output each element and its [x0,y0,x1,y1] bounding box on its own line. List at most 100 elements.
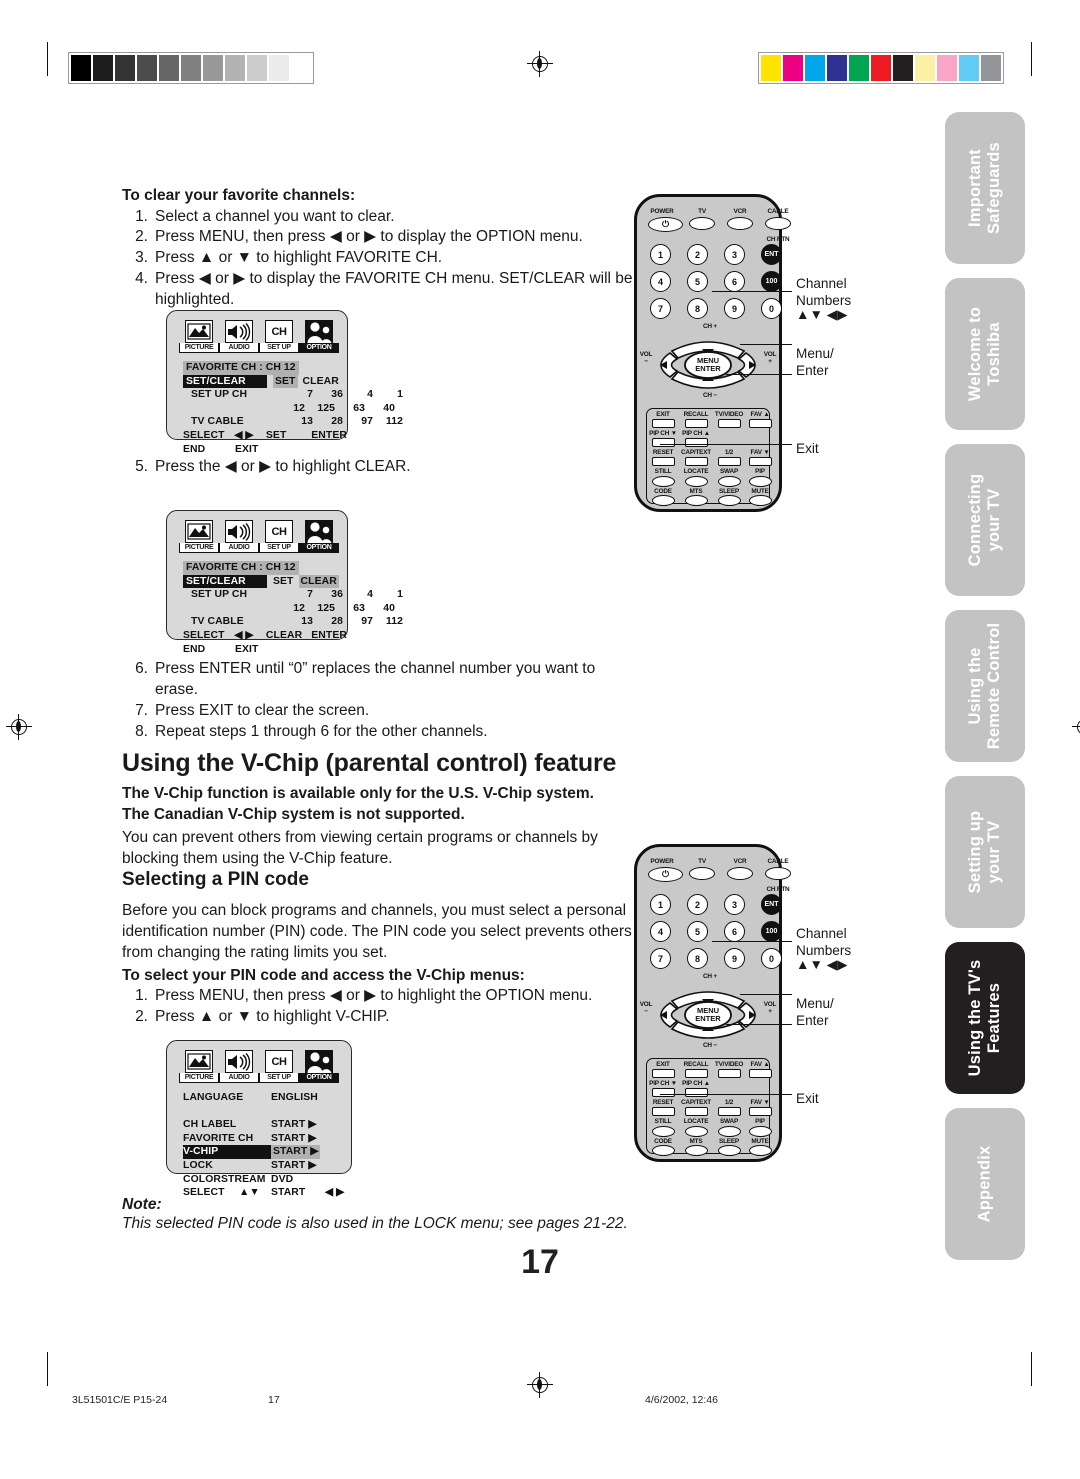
remote-function-key[interactable] [749,1126,772,1137]
remote-function-key[interactable] [652,1069,675,1078]
clear-favorites-steps-after: 6. Press ENTER until “0” replaces the cha… [122,659,634,742]
remote-number-7[interactable]: 7 [650,948,671,969]
osd-tab-picture[interactable]: PICTURE [179,520,219,553]
remote-number-0[interactable]: 0 [761,948,782,969]
osd-rows: LANGUAGE ENGLISH CH LABEL START ▶ FAVORITE … [183,1091,351,1200]
grayscale-swatch [203,55,223,81]
remote-function-key[interactable] [652,457,675,466]
osd-tab-option[interactable]: OPTION [299,320,339,353]
remote-enter-key[interactable]: ENT [761,894,782,915]
osd-tab-picture[interactable]: PICTURE [179,1050,219,1083]
remote-number-6[interactable]: 6 [724,271,745,292]
remote-number-7[interactable]: 7 [650,298,671,319]
remote-number-8[interactable]: 8 [687,948,708,969]
remote-function-key[interactable] [685,1107,708,1116]
osd-tab-audio[interactable]: AUDIO [219,320,259,353]
remote-dpad[interactable]: MENU ENTER [646,981,770,1049]
remote-function-key[interactable] [718,1126,741,1137]
remote-number-3[interactable]: 3 [724,244,745,265]
remote-key-label: CAP/TEXT [680,1099,711,1106]
remote-function-key[interactable] [652,1145,675,1156]
remote-function-key[interactable] [749,419,772,428]
remote-function-key[interactable] [718,495,741,506]
remote-number-5[interactable]: 5 [687,271,708,292]
remote-function-key[interactable] [652,476,675,487]
osd-tab-set-up[interactable]: CH SET UP [259,1050,299,1083]
osd-tab-set-up[interactable]: CH SET UP [259,520,299,553]
channel-ch-icon: CH [265,520,293,543]
remote-function-key[interactable] [749,1145,772,1156]
remote-enter-key[interactable]: ENT [761,244,782,265]
remote-number-1[interactable]: 1 [650,244,671,265]
remote-number-2[interactable]: 2 [687,894,708,915]
remote-number-2[interactable]: 2 [687,244,708,265]
sidebar-tab-connecting-your-tv[interactable]: Connecting your TV [945,444,1025,596]
remote-function-key[interactable] [652,438,675,447]
remote-hundred-key[interactable]: 100 [761,921,782,942]
remote-function-key[interactable] [718,1069,741,1078]
osd-favorite-set: PICTURE AUDIO CH SET UP OPTION FAVORITE CH : … [166,310,403,455]
sidebar-tab-important-safeguards[interactable]: Important Safeguards [945,112,1025,264]
remote-function-key[interactable] [685,495,708,506]
remote-function-key[interactable] [685,1126,708,1137]
sidebar-tab-using-the-tv-s-features[interactable]: Using the TV's Features [945,942,1025,1094]
remote-function-key[interactable] [718,419,741,428]
sidebar-tab-setting-up-your-tv[interactable]: Setting up your TV [945,776,1025,928]
remote-tv-button[interactable] [689,867,715,880]
remote-function-key[interactable] [749,476,772,487]
remote-function-key[interactable] [685,476,708,487]
remote-function-key[interactable] [749,457,772,466]
people-option-icon [305,520,333,543]
remote-vcr-button[interactable] [727,867,753,880]
color-swatch [871,55,891,81]
sidebar-tab-appendix[interactable]: Appendix [945,1108,1025,1260]
osd-tab-set-up[interactable]: CH SET UP [259,320,299,353]
remote-number-0[interactable]: 0 [761,298,782,319]
channel-ch-icon: CH [265,320,293,343]
remote-number-3[interactable]: 3 [724,894,745,915]
remote-function-key[interactable] [749,1107,772,1116]
remote-number-1[interactable]: 1 [650,894,671,915]
remote-function-key[interactable] [685,1145,708,1156]
remote-number-4[interactable]: 4 [650,271,671,292]
remote-function-key[interactable] [718,1145,741,1156]
vchip-intro: You can prevent others from viewing cert… [122,829,598,868]
remote-number-4[interactable]: 4 [650,921,671,942]
remote-function-key[interactable] [685,419,708,428]
osd-menu-item-v-chip: V-CHIP START ▶ [183,1145,321,1159]
remote-function-key[interactable] [685,438,708,447]
remote-function-key[interactable] [652,1126,675,1137]
power-button[interactable]: ⏻ [648,867,683,882]
remote-cable-button[interactable] [765,867,791,880]
osd-tab-option[interactable]: OPTION [299,520,339,553]
remote-number-8[interactable]: 8 [687,298,708,319]
sidebar-tab-using-the-remote-control[interactable]: Using the Remote Control [945,610,1025,762]
remote-dpad[interactable]: MENU ENTER [646,331,770,399]
remote-function-key[interactable] [652,1088,675,1097]
remote-tv-button[interactable] [689,217,715,230]
remote-function-key[interactable] [749,495,772,506]
remote-vcr-button[interactable] [727,217,753,230]
osd-tab-audio[interactable]: AUDIO [219,1050,259,1083]
remote-function-key[interactable] [652,419,675,428]
remote-number-6[interactable]: 6 [724,921,745,942]
remote-function-key[interactable] [749,1069,772,1078]
remote-function-key[interactable] [652,495,675,506]
osd-tab-option[interactable]: OPTION [299,1050,339,1083]
remote-hundred-key[interactable]: 100 [761,271,782,292]
sidebar-tab-welcome-to-toshiba[interactable]: Welcome to Toshiba [945,278,1025,430]
osd-tab-picture[interactable]: PICTURE [179,320,219,353]
remote-number-5[interactable]: 5 [687,921,708,942]
remote-cable-button[interactable] [765,217,791,230]
osd-tab-audio[interactable]: AUDIO [219,520,259,553]
remote-function-key[interactable] [718,1107,741,1116]
remote-function-key[interactable] [652,1107,675,1116]
remote-function-key[interactable] [685,1088,708,1097]
remote-function-key[interactable] [718,476,741,487]
power-button[interactable]: ⏻ [648,217,683,232]
remote-number-9[interactable]: 9 [724,948,745,969]
remote-number-9[interactable]: 9 [724,298,745,319]
remote-function-key[interactable] [718,457,741,466]
remote-function-key[interactable] [685,457,708,466]
remote-function-key[interactable] [685,1069,708,1078]
